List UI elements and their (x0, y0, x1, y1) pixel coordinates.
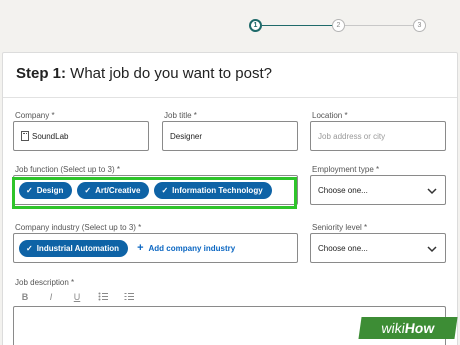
stepper-line-2 (344, 25, 414, 26)
chevron-down-icon (427, 246, 437, 253)
bold-button[interactable]: B (20, 292, 30, 303)
building-icon (21, 131, 29, 141)
job-function-label: Job function (Select up to 3) * (15, 165, 120, 174)
page-title: Step 1: What job do you want to post? (16, 65, 272, 82)
rich-text-toolbar: B I U (20, 292, 134, 303)
location-field[interactable]: Job address or city (310, 121, 446, 151)
employment-type-select[interactable]: Choose one... (310, 175, 446, 205)
add-industry-link[interactable]: + Add company industry (137, 242, 235, 254)
seniority-label: Seniority level * (312, 223, 368, 232)
watermark-suffix: How (403, 320, 436, 336)
italic-button[interactable]: I (46, 292, 56, 303)
seniority-value: Choose one... (318, 243, 368, 253)
job-title-field[interactable]: Designer (162, 121, 298, 151)
add-industry-label: Add company industry (148, 243, 236, 253)
chevron-down-icon (427, 188, 437, 195)
job-title-value: Designer (170, 131, 203, 141)
tag-label: Industrial Automation (36, 243, 120, 253)
tag-industrial-automation[interactable]: ✓ Industrial Automation (19, 239, 129, 257)
seniority-select[interactable]: Choose one... (310, 233, 446, 263)
employment-type-value: Choose one... (318, 185, 368, 195)
company-field[interactable]: SoundLab (13, 121, 149, 151)
step-2: 2 (332, 19, 345, 32)
progress-stepper: 1 2 3 (0, 0, 460, 52)
highlight-box (12, 177, 297, 209)
step-1: 1 (249, 19, 262, 32)
list-bullet-icon (98, 292, 108, 301)
step-3: 3 (413, 19, 426, 32)
numbered-list-button[interactable] (124, 292, 134, 303)
industry-label: Company industry (Select up to 3) * (15, 223, 142, 232)
step-question: What job do you want to post? (66, 65, 272, 82)
check-icon: ✓ (26, 243, 33, 253)
location-label: Location * (312, 111, 348, 120)
bullet-list-button[interactable] (98, 292, 108, 303)
industry-field[interactable]: ✓ Industrial Automation + Add company indu… (13, 233, 298, 263)
company-label: Company * (15, 111, 55, 120)
step-prefix: Step 1: (16, 65, 67, 82)
description-label: Job description * (15, 278, 75, 287)
wikihow-watermark: wiki How (358, 317, 458, 339)
watermark-prefix: wiki (380, 320, 407, 336)
title-divider (3, 97, 457, 98)
stepper-line-1 (262, 25, 333, 26)
plus-icon: + (137, 242, 144, 254)
location-placeholder: Job address or city (318, 131, 386, 141)
list-numbered-icon (124, 293, 134, 300)
company-value: SoundLab (32, 131, 69, 141)
job-title-label: Job title * (164, 111, 197, 120)
employment-type-label: Employment type * (312, 165, 380, 174)
underline-button[interactable]: U (72, 292, 82, 303)
